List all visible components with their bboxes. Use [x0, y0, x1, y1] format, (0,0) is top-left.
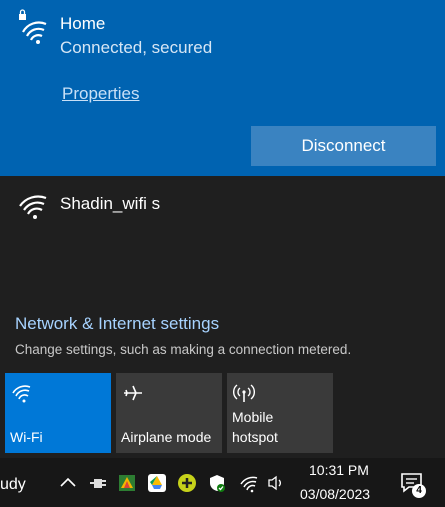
add-green-icon[interactable]: [177, 473, 197, 493]
mobile-hotspot-tile[interactable]: Mobile hotspot: [227, 373, 333, 453]
secured-wifi-icon: [19, 9, 47, 44]
wifi-toggle-tile[interactable]: Wi-Fi: [5, 373, 111, 453]
wifi-icon: [12, 385, 31, 403]
taskbar: udy 10:31 PM 03/08/2023 4: [0, 458, 445, 507]
tile-label-line2: hotspot: [232, 429, 278, 445]
clock-time[interactable]: 10:31 PM: [309, 462, 369, 478]
network-status: Connected, secured: [60, 38, 213, 57]
airplane-mode-tile[interactable]: Airplane mode: [116, 373, 222, 453]
tile-label: Wi-Fi: [10, 429, 43, 445]
google-drive-icon[interactable]: [147, 473, 167, 493]
usb-device-icon[interactable]: [88, 473, 108, 493]
network-name: Home: [60, 14, 106, 33]
taskbar-app-label[interactable]: udy: [0, 476, 26, 494]
tile-label: Mobile hotspot: [232, 407, 278, 447]
network-flyout: Home Connected, secured Properties Disco…: [0, 0, 445, 458]
chevron-up-icon[interactable]: [58, 473, 78, 493]
network-name: Shadin_wifi s: [60, 194, 161, 213]
network-settings-description: Change settings, such as making a connec…: [15, 342, 352, 357]
connected-network-item[interactable]: Home Connected, secured Properties Disco…: [0, 0, 445, 176]
airplane-icon: [124, 385, 142, 401]
notification-count-badge: 4: [412, 484, 426, 498]
wifi-tray-icon[interactable]: [239, 473, 259, 493]
tile-label: Airplane mode: [121, 429, 212, 445]
properties-link[interactable]: Properties: [62, 84, 139, 104]
security-shield-icon[interactable]: [207, 473, 227, 493]
drive-app-icon[interactable]: [117, 473, 137, 493]
tile-label-line1: Mobile: [232, 409, 274, 425]
network-settings-link[interactable]: Network & Internet settings: [15, 314, 219, 334]
clock-date[interactable]: 03/08/2023: [300, 486, 370, 502]
wifi-signal-icon: [19, 195, 47, 219]
hotspot-icon: [233, 384, 255, 402]
volume-icon[interactable]: [266, 473, 286, 493]
disconnect-button[interactable]: Disconnect: [251, 126, 436, 166]
